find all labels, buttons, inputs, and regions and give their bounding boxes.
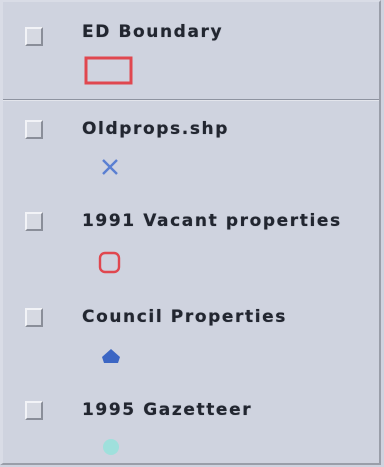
layer-row-1991-vacant-properties: 1991 Vacant properties	[3, 194, 379, 292]
cross-icon	[102, 159, 118, 175]
pentagon-arrow-icon	[102, 349, 120, 363]
rectangle-outline-icon	[84, 56, 133, 85]
layer-label: Oldprops.shp	[82, 119, 230, 139]
layer-legend-panel: ED Boundary Oldprops.shp 1991 Vacant pro…	[0, 0, 381, 465]
layer-label: 1991 Vacant properties	[82, 211, 342, 231]
layer-label: 1995 Gazetteer	[82, 400, 253, 420]
layer-visibility-checkbox[interactable]	[25, 120, 43, 139]
layer-visibility-checkbox[interactable]	[25, 27, 43, 46]
layer-row-ed-boundary: ED Boundary	[3, 2, 379, 100]
layer-list: ED Boundary Oldprops.shp 1991 Vacant pro…	[3, 2, 379, 463]
layer-label: ED Boundary	[82, 22, 224, 42]
layer-visibility-checkbox[interactable]	[25, 308, 43, 327]
circle-dot-icon	[103, 439, 119, 455]
layer-visibility-checkbox[interactable]	[25, 401, 43, 420]
layer-row-1995-gazetteer: 1995 Gazetteer	[3, 384, 379, 467]
layer-visibility-checkbox[interactable]	[25, 212, 43, 231]
layer-label: Council Properties	[82, 307, 288, 327]
layer-row-oldprops: Oldprops.shp	[3, 102, 379, 194]
layer-row-council-properties: Council Properties	[3, 292, 379, 384]
rounded-square-outline-icon	[98, 251, 121, 274]
